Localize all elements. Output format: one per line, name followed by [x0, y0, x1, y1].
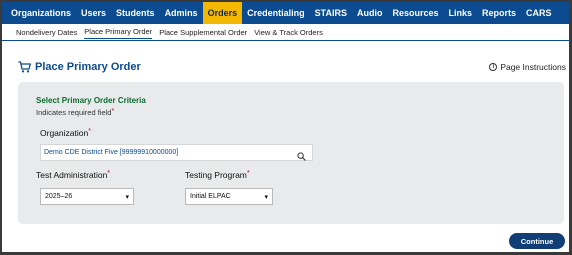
test-administration-label-text: Test Administration	[36, 170, 108, 180]
organization-required-asterisk: *	[88, 128, 91, 135]
page-instructions-link[interactable]: i Page Instructions	[489, 62, 566, 72]
chevron-down-icon: ▾	[125, 193, 129, 201]
nav-audio[interactable]: Audio	[352, 2, 388, 24]
subnav-place-supplemental-order[interactable]: Place Supplemental Order	[159, 26, 247, 39]
search-icon[interactable]	[297, 148, 306, 161]
info-icon: i	[489, 63, 498, 71]
test-administration-required-asterisk: *	[107, 170, 111, 177]
page-instructions-label: Page Instructions	[500, 62, 566, 72]
organization-search-input[interactable]: Demo CDE District Five [99999910000000]	[40, 144, 313, 161]
nav-users[interactable]: Users	[76, 2, 111, 24]
nav-resources[interactable]: Resources	[387, 2, 443, 24]
test-administration-value: 2025–26	[45, 193, 73, 200]
nav-orders[interactable]: Orders	[202, 2, 243, 24]
nav-credentialing[interactable]: Credentialing	[242, 2, 310, 24]
testing-program-value: Initial ELPAC	[190, 193, 231, 200]
nav-admins[interactable]: Admins	[160, 2, 203, 24]
subnav-place-primary-order[interactable]: Place Primary Order	[84, 25, 153, 39]
nav-links[interactable]: Links	[443, 2, 477, 24]
cart-icon	[18, 61, 31, 73]
nav-stairs[interactable]: STAIRS	[310, 2, 352, 24]
test-administration-label: Test Administration*	[36, 170, 110, 180]
required-note-text: Indicates required field	[36, 108, 112, 117]
subnav-view-track-orders[interactable]: View & Track Orders	[254, 26, 323, 39]
chevron-down-icon: ▾	[264, 193, 268, 201]
nav-students[interactable]: Students	[111, 2, 160, 24]
testing-program-label: Testing Program*	[185, 170, 250, 180]
required-asterisk: *	[111, 108, 115, 115]
subnav-nondelivery-dates[interactable]: Nondelivery Dates	[16, 26, 77, 39]
testing-program-select[interactable]: Initial ELPAC ▾	[185, 188, 273, 205]
page-title: Place Primary Order	[35, 61, 141, 73]
nav-reports[interactable]: Reports	[477, 2, 521, 24]
test-administration-select[interactable]: 2025–26 ▾	[40, 188, 134, 205]
top-nav: Organizations Users Students Admins Orde…	[2, 2, 569, 24]
page-header: Place Primary Order i Page Instructions	[18, 58, 566, 76]
criteria-title: Select Primary Order Criteria	[36, 96, 146, 105]
criteria-panel: Select Primary Order Criteria Indicates …	[18, 82, 564, 224]
nav-organizations[interactable]: Organizations	[6, 2, 76, 24]
organization-label: Organization*	[40, 128, 91, 138]
organization-value: Demo CDE District Five [99999910000000]	[44, 149, 179, 156]
page-title-group: Place Primary Order	[18, 61, 141, 73]
nav-cars[interactable]: CARS	[521, 2, 557, 24]
sub-nav: Nondelivery Dates Place Primary Order Pl…	[2, 24, 569, 41]
organization-label-text: Organization	[40, 128, 89, 138]
testing-program-required-asterisk: *	[246, 170, 250, 177]
continue-button[interactable]: Continue	[509, 233, 565, 249]
testing-program-label-text: Testing Program	[185, 170, 247, 180]
required-note: Indicates required field*	[36, 108, 114, 117]
